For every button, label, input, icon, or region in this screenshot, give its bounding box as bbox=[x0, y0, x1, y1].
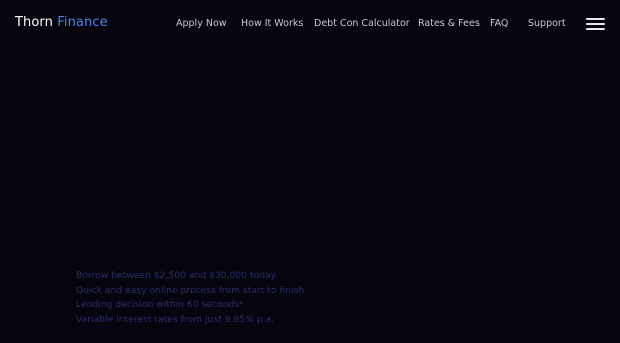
nav-how-it-works[interactable]: How It Works bbox=[241, 18, 303, 29]
feature-item: Lending decision within 60 seconds* bbox=[76, 299, 244, 311]
nav-rates-fees[interactable]: Rates & Fees bbox=[418, 18, 480, 29]
main-nav: Apply Now How It Works Debt Con Calculat… bbox=[0, 18, 620, 32]
nav-support[interactable]: Support bbox=[528, 18, 566, 29]
hero-feature-list: Borrow between $2,500 and $30,000 today … bbox=[76, 269, 304, 327]
nav-debt-con-calculator[interactable]: Debt Con Calculator bbox=[314, 18, 410, 29]
hamburger-menu-icon[interactable] bbox=[586, 17, 605, 31]
feature-item: Borrow between $2,500 and $30,000 today bbox=[76, 270, 277, 281]
nav-apply-now[interactable]: Apply Now bbox=[176, 18, 227, 29]
site-header: Thorn Finance Apply Now How It Works Deb… bbox=[0, 0, 620, 48]
menu-bar bbox=[586, 18, 605, 20]
menu-bar bbox=[586, 28, 605, 30]
feature-item: Variable interest rates from just 9.95% … bbox=[76, 313, 275, 325]
nav-faq[interactable]: FAQ bbox=[490, 18, 508, 29]
feature-item: Quick and easy online process from start… bbox=[76, 284, 305, 296]
page: Thorn Finance Apply Now How It Works Deb… bbox=[0, 0, 620, 343]
menu-bar bbox=[586, 23, 605, 25]
